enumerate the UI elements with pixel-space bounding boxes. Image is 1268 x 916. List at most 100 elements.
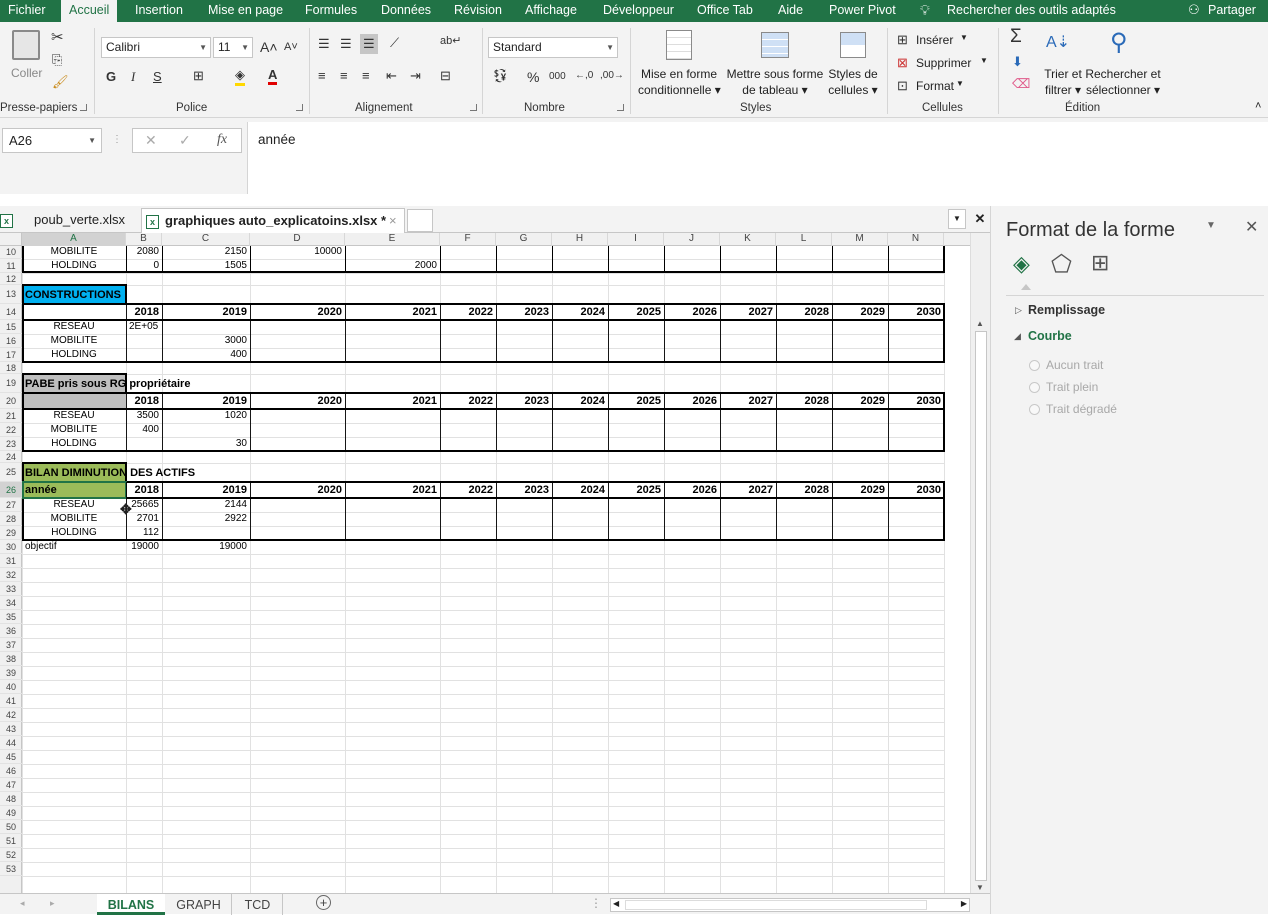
row-header-44[interactable]: 44: [0, 736, 22, 750]
row-header-29[interactable]: 29: [0, 526, 22, 540]
close-pane-icon[interactable]: ✕: [1245, 217, 1258, 237]
tab-office-tab[interactable]: Office Tab: [697, 0, 753, 22]
column-header-b[interactable]: B: [126, 233, 162, 246]
column-header-k[interactable]: K: [720, 233, 776, 246]
find-select-button[interactable]: Rechercher et sélectionner ▾: [1085, 66, 1161, 98]
tab-accueil[interactable]: Accueil: [61, 0, 118, 22]
row-header-26[interactable]: 26: [0, 482, 22, 498]
doc-tab-graphiques[interactable]: x graphiques auto_explicatoins.xlsx * ×: [141, 208, 405, 233]
thousands-button[interactable]: 000: [549, 71, 566, 82]
cell-c30[interactable]: 19000: [162, 541, 247, 553]
shrink-font-icon[interactable]: A˅: [284, 41, 298, 53]
effects-icon[interactable]: ⬠: [1051, 250, 1072, 279]
align-left-icon[interactable]: ≡: [318, 68, 326, 83]
enter-icon[interactable]: ✓: [179, 132, 191, 149]
borders-icon[interactable]: ⊞: [193, 68, 204, 84]
row-header-23[interactable]: 23: [0, 437, 22, 451]
font-color-icon[interactable]: A: [268, 67, 278, 85]
row-header-45[interactable]: 45: [0, 750, 22, 764]
fill-color-icon[interactable]: ◈: [235, 67, 245, 86]
tab-list-dropdown-icon[interactable]: ▼: [948, 209, 966, 229]
align-center-icon[interactable]: ≡: [340, 68, 348, 83]
row-header-47[interactable]: 47: [0, 778, 22, 792]
formula-input[interactable]: année: [247, 122, 1268, 194]
close-tab-icon[interactable]: ×: [389, 209, 397, 233]
select-all-corner[interactable]: [0, 233, 22, 246]
merge-center-icon[interactable]: ⊟: [440, 68, 451, 84]
scroll-up-icon[interactable]: ▲: [976, 319, 984, 328]
increase-decimal-button[interactable]: ←,0: [575, 70, 593, 81]
row-header-48[interactable]: 48: [0, 792, 22, 806]
new-tab-button[interactable]: [407, 209, 433, 232]
cancel-icon[interactable]: ✕: [145, 132, 157, 149]
grow-font-icon[interactable]: A˄: [260, 39, 278, 55]
paste-icon[interactable]: [12, 30, 40, 60]
row-header-46[interactable]: 46: [0, 764, 22, 778]
row-header-30[interactable]: 30: [0, 540, 22, 554]
column-header-d[interactable]: D: [250, 233, 345, 246]
cell-a30[interactable]: objectif: [25, 541, 57, 553]
scroll-right-icon[interactable]: ▸: [50, 898, 55, 909]
paste-button[interactable]: Coller: [11, 66, 42, 80]
size-properties-icon[interactable]: ⊞: [1091, 250, 1109, 276]
font-size-select[interactable]: 11 ▼: [213, 37, 253, 58]
font-launcher-icon[interactable]: [296, 104, 303, 111]
collapse-ribbon-icon[interactable]: ˄: [1255, 100, 1261, 112]
number-format-select[interactable]: Standard ▼: [488, 37, 618, 58]
row-header-13[interactable]: 13: [0, 285, 22, 304]
tab-insertion[interactable]: Insertion: [135, 0, 183, 22]
row-header-19[interactable]: 19: [0, 374, 22, 393]
column-header-n[interactable]: N: [888, 233, 944, 246]
share-button[interactable]: Partager: [1208, 0, 1256, 22]
row-header-43[interactable]: 43: [0, 722, 22, 736]
tab-fichier[interactable]: Fichier: [8, 0, 46, 22]
align-top-icon[interactable]: ☰: [318, 36, 330, 52]
conditional-format-button[interactable]: Mise en forme conditionnelle ▾: [638, 66, 721, 98]
solid-line-radio[interactable]: [1029, 382, 1040, 393]
align-bottom-icon[interactable]: ☰: [360, 34, 378, 54]
percent-button[interactable]: %: [527, 69, 539, 85]
clear-icon[interactable]: ⌫: [1012, 76, 1030, 92]
name-box[interactable]: A26 ▼: [2, 128, 102, 153]
tab-aide[interactable]: Aide: [778, 0, 803, 22]
row-header-33[interactable]: 33: [0, 582, 22, 596]
row-header-53[interactable]: 53: [0, 862, 22, 876]
row-header-21[interactable]: 21: [0, 409, 22, 423]
row-header-22[interactable]: 22: [0, 423, 22, 437]
row-header-39[interactable]: 39: [0, 666, 22, 680]
fill-icon[interactable]: ⬇: [1012, 54, 1023, 70]
column-header-l[interactable]: L: [776, 233, 832, 246]
align-right-icon[interactable]: ≡: [362, 68, 370, 83]
format-painter-icon[interactable]: 🖌︎: [52, 74, 69, 90]
tab-developpeur[interactable]: Développeur: [603, 0, 674, 22]
autosum-icon[interactable]: Σ: [1010, 26, 1022, 48]
horizontal-scrollbar[interactable]: ◀ ▶: [610, 898, 970, 912]
row-header-34[interactable]: 34: [0, 596, 22, 610]
row-header-41[interactable]: 41: [0, 694, 22, 708]
scroll-right-icon[interactable]: ▶: [961, 899, 967, 908]
tell-me-search[interactable]: Rechercher des outils adaptés: [947, 0, 1116, 22]
row-header-51[interactable]: 51: [0, 834, 22, 848]
fill-section-header[interactable]: Remplissage: [1028, 303, 1105, 317]
insert-function-button[interactable]: fx: [217, 132, 227, 148]
scroll-left-icon[interactable]: ◀: [613, 899, 619, 908]
sort-filter-button[interactable]: Trier et filtrer ▾: [1040, 66, 1086, 98]
scroll-down-icon[interactable]: ▼: [976, 883, 984, 892]
row-header-35[interactable]: 35: [0, 610, 22, 624]
row-header-38[interactable]: 38: [0, 652, 22, 666]
fill-line-icon[interactable]: ◈: [1013, 251, 1030, 277]
currency-icon[interactable]: 💱︎: [492, 68, 509, 84]
increase-indent-icon[interactable]: ⇥: [410, 68, 421, 84]
row-header-16[interactable]: 16: [0, 334, 22, 348]
drag-handle-icon[interactable]: ⋮: [112, 134, 122, 145]
column-header-g[interactable]: G: [496, 233, 552, 246]
row-header-18[interactable]: 18: [0, 362, 22, 374]
gradient-line-radio[interactable]: [1029, 404, 1040, 415]
line-section-header[interactable]: Courbe: [1028, 329, 1072, 343]
column-header-a[interactable]: A: [22, 233, 126, 246]
row-header-20[interactable]: 20: [0, 393, 22, 409]
sheet-tab-tcd[interactable]: TCD: [233, 894, 283, 915]
alignment-launcher-icon[interactable]: [470, 104, 477, 111]
row-header-14[interactable]: 14: [0, 304, 22, 320]
row-header-36[interactable]: 36: [0, 624, 22, 638]
